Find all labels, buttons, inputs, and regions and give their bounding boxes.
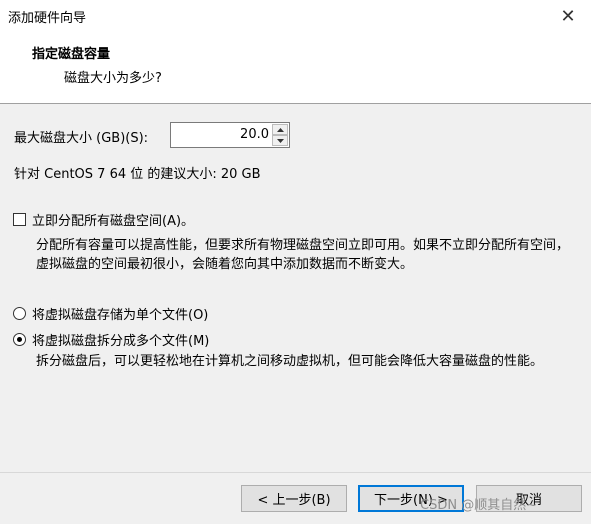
page-subtitle: 磁盘大小为多少? <box>64 71 162 86</box>
disk-size-input[interactable] <box>171 123 271 147</box>
single-file-label[interactable]: 将虚拟磁盘存储为单个文件(O) <box>32 304 208 323</box>
multiple-files-label[interactable]: 将虚拟磁盘拆分成多个文件(M) <box>32 330 209 349</box>
disk-size-label: 最大磁盘大小 (GB)(S): <box>14 131 149 146</box>
single-file-radio[interactable] <box>13 307 26 320</box>
allocate-description: 分配所有容量可以提高性能，但要求所有物理磁盘空间立即可用。如果不立即分配所有空间… <box>36 238 570 272</box>
spin-up-button[interactable] <box>272 124 288 135</box>
wizard-header: 指定磁盘容量 磁盘大小为多少? <box>0 32 591 104</box>
disk-size-spinner[interactable] <box>170 122 290 148</box>
allocate-all-checkbox[interactable] <box>13 213 26 226</box>
back-button[interactable]: < 上一步(B) <box>241 485 347 512</box>
single-file-option[interactable]: 将虚拟磁盘存储为单个文件(O) <box>13 304 208 323</box>
allocate-all-option[interactable]: 立即分配所有磁盘空间(A)。 <box>13 210 194 229</box>
close-icon: ✕ <box>560 5 576 27</box>
spin-down-button[interactable] <box>272 135 288 146</box>
allocate-all-label[interactable]: 立即分配所有磁盘空间(A)。 <box>32 210 194 229</box>
window-title: 添加硬件向导 <box>8 11 87 26</box>
multiple-files-radio[interactable] <box>13 333 26 346</box>
chevron-up-icon <box>276 127 284 132</box>
watermark: CSDN @顺其自然~ <box>420 498 538 513</box>
split-description: 拆分磁盘后，可以更轻松地在计算机之间移动虚拟机，但可能会降低大容量磁盘的性能。 <box>36 354 544 369</box>
title-bar: 添加硬件向导 ✕ <box>0 0 591 32</box>
footer-divider <box>0 472 591 473</box>
close-button[interactable]: ✕ <box>545 0 591 32</box>
page-title: 指定磁盘容量 <box>32 47 111 62</box>
chevron-down-icon <box>276 138 284 143</box>
recommended-size-text: 针对 CentOS 7 64 位 的建议大小: 20 GB <box>14 167 261 182</box>
multiple-files-option[interactable]: 将虚拟磁盘拆分成多个文件(M) <box>13 330 209 349</box>
